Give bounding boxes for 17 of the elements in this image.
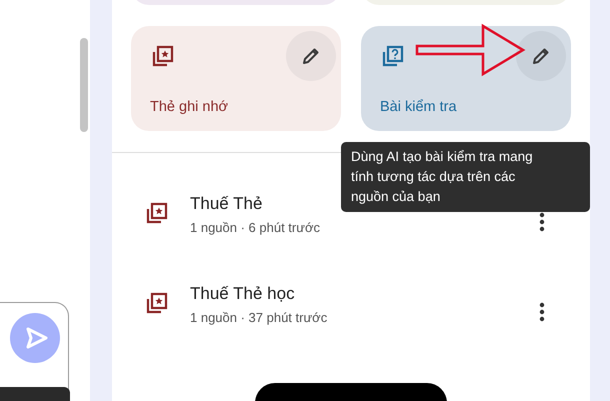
edit-button[interactable] (286, 31, 336, 81)
pencil-icon (531, 46, 551, 66)
note-title[interactable]: Thuế Thẻ học (190, 284, 533, 304)
tool-card[interactable]: Thẻ ghi nhớ (131, 26, 341, 131)
tool-label: Bài kiểm tra (380, 99, 458, 115)
dark-bar (0, 387, 70, 401)
more-icon (539, 212, 545, 232)
note-meta: 1 nguồn · 37 phút trước (190, 310, 328, 324)
send-icon (25, 326, 49, 350)
note-meta: 1 nguồn · 6 phút trước (190, 220, 321, 234)
more-icon (539, 302, 545, 322)
tool-card[interactable]: Bài kiểm tra (361, 26, 571, 131)
scrollbar-thumb[interactable] (80, 38, 88, 132)
tooltip: Dùng AI tạo bài kiểm tra mang tính tương tác dựa trên các nguồn của bạn (341, 142, 590, 212)
tool-label: Thẻ ghi nhớ (150, 99, 230, 115)
edit-button[interactable] (516, 31, 566, 81)
pencil-icon (301, 46, 321, 66)
